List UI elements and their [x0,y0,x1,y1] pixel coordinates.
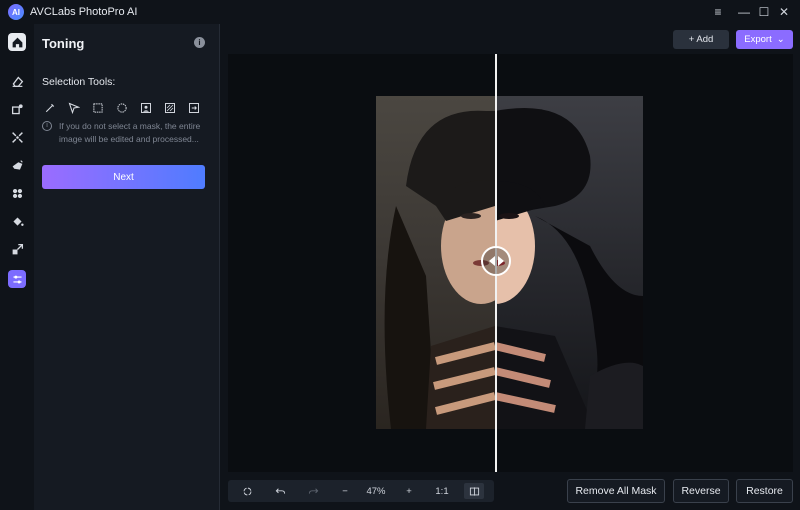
view-toolbar: − 47% + 1:1 [228,480,494,502]
import-mask-tool[interactable] [186,100,202,116]
image-canvas[interactable] [228,54,793,472]
selection-tools [42,100,202,116]
lasso-tool[interactable] [66,100,82,116]
portrait-select-tool[interactable] [138,100,154,116]
refresh-icon [243,487,251,495]
add-button[interactable]: + Add [673,30,729,49]
undo-icon [275,487,285,494]
app-title: AVCLabs PhotoPro AI [30,6,138,18]
photo-toned-side [455,96,643,429]
export-label: Export [744,34,772,45]
compare-view-button[interactable] [464,483,484,499]
remove-all-mask-button[interactable]: Remove All Mask [567,479,665,503]
eraser-icon [12,75,23,87]
rail-item-cutout[interactable] [9,157,25,173]
zoom-out-button[interactable]: − [338,483,352,499]
zoom-in-button[interactable]: + [402,483,416,499]
object-select-tool[interactable] [162,100,178,116]
hint-info-icon: i [42,121,52,131]
portrait-select-icon [141,103,151,113]
rail-item-upscale[interactable] [9,241,25,257]
split-view-icon [469,486,479,496]
fill-icon [12,216,24,226]
ellipse-select-icon [117,103,127,113]
rail-item-eraser[interactable] [9,73,25,89]
panel-title: Toning [42,36,85,51]
hint-text: If you do not select a mask, the entire … [59,121,201,144]
app-logo-icon: AI [8,4,24,20]
actual-size-button[interactable]: 1:1 [433,483,451,499]
rail-item-replace[interactable] [9,129,25,145]
rail-item-colorize[interactable] [9,185,25,201]
enhance-icon [11,103,23,114]
rail-item-fill[interactable] [9,213,25,229]
rail-item-toning[interactable] [8,270,26,288]
info-icon[interactable]: i [194,37,205,48]
arrow-left-icon [488,256,495,266]
cutout-icon [12,159,23,170]
minimize-icon[interactable]: — [736,4,752,20]
export-button[interactable]: Export ⌄ [736,30,793,49]
redo-button[interactable] [306,483,320,499]
reverse-button[interactable]: Reverse [673,479,729,503]
ellipse-select-tool[interactable] [114,100,130,116]
lasso-icon [68,102,80,114]
toning-panel: Toning i Selection Tools: i If you do no… [34,24,220,510]
arrow-right-icon [497,256,504,266]
chevron-down-icon: ⌄ [776,34,785,45]
selection-tools-label: Selection Tools: [42,76,116,88]
undo-button[interactable] [273,483,287,499]
maximize-icon[interactable]: ☐ [756,4,772,20]
rail-item-enhance[interactable] [9,101,25,117]
menu-icon[interactable]: ≡ [710,4,726,20]
upscale-icon [12,243,23,254]
portrait-toned-image [455,108,643,429]
fit-view-button[interactable] [240,483,254,499]
toning-icon [12,275,22,283]
close-icon[interactable]: ✕ [776,4,792,20]
rail-item-home[interactable] [8,33,26,51]
colorize-icon [12,188,22,198]
tool-rail [0,24,34,510]
photo-original-side [376,96,521,429]
redo-icon [308,487,318,494]
import-mask-icon [189,103,199,113]
next-button[interactable]: Next [42,165,205,189]
brush-icon [45,103,55,113]
rectangle-select-icon [93,103,103,113]
zoom-level: 47% [366,485,386,497]
brush-tool[interactable] [42,100,58,116]
home-icon [12,37,22,47]
object-select-icon [165,103,175,113]
restore-button[interactable]: Restore [736,479,793,503]
title-bar: AI AVCLabs PhotoPro AI ≡ — ☐ ✕ [0,0,800,24]
rectangle-select-tool[interactable] [90,100,106,116]
replace-icon [11,131,23,143]
portrait-original-image [384,110,521,429]
mask-hint: i If you do not select a mask, the entir… [42,120,210,146]
compare-slider-handle[interactable] [481,246,511,276]
